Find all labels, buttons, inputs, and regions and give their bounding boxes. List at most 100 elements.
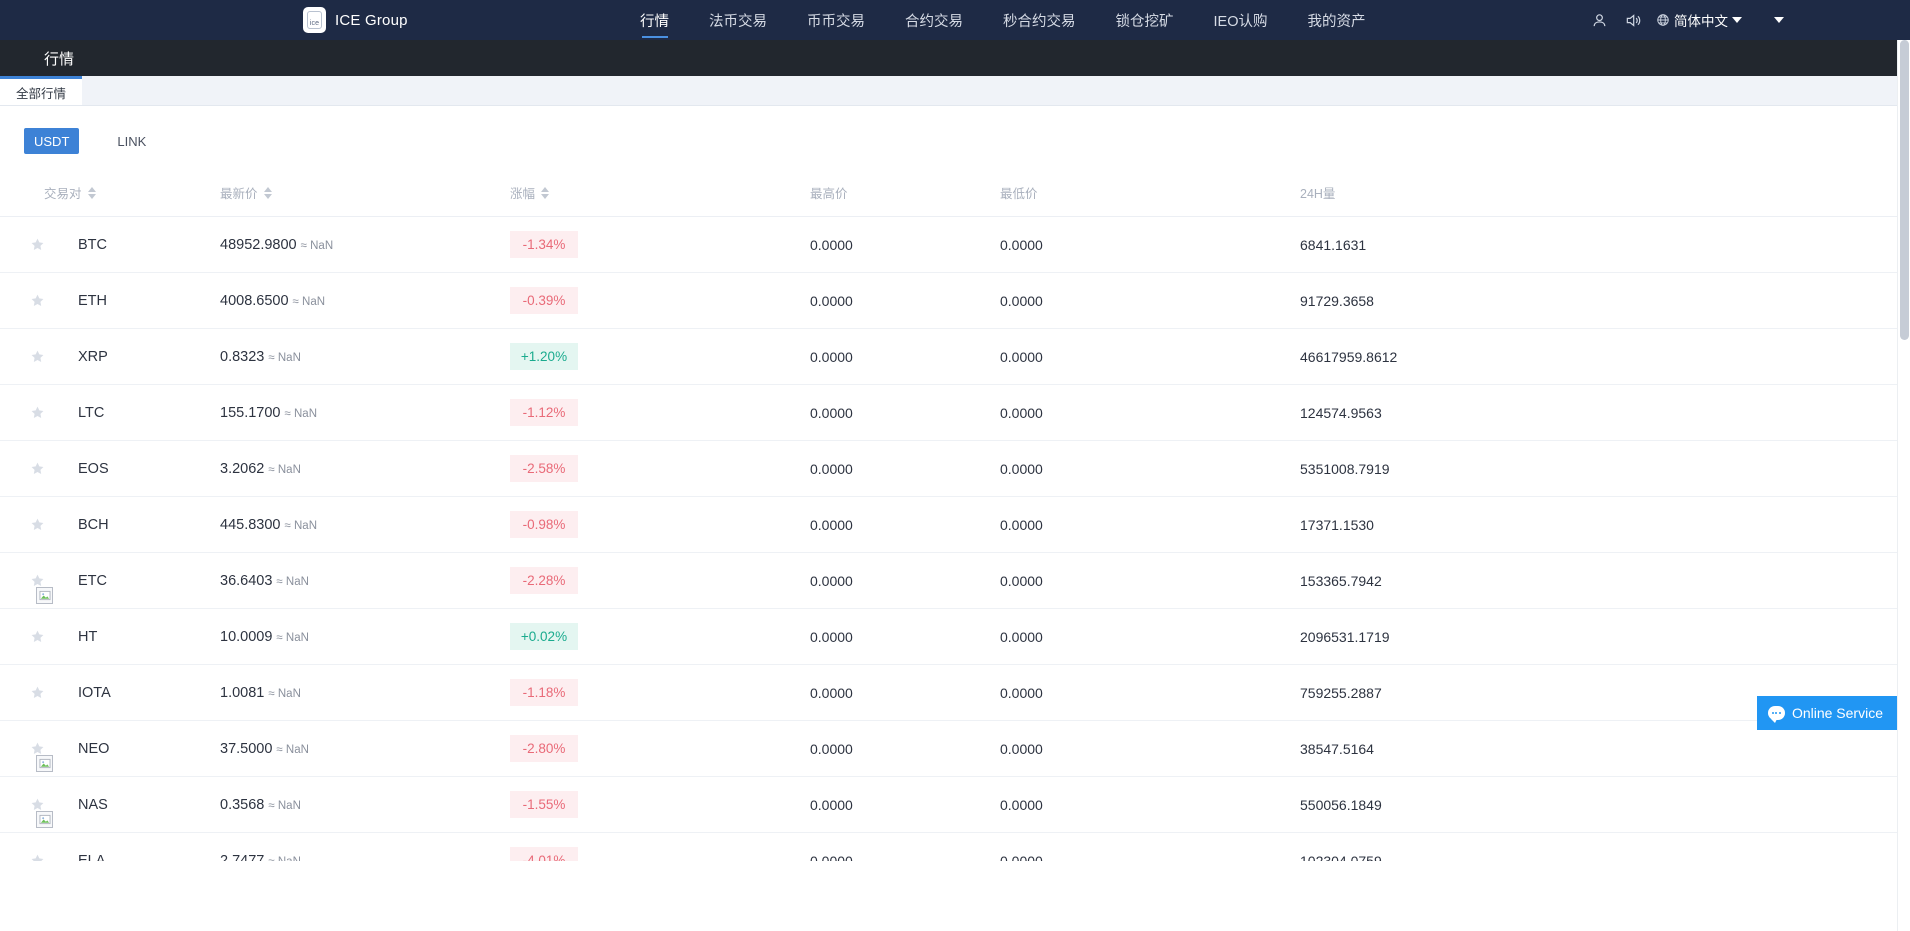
table-row[interactable]: ETC36.6403≈ NaN-2.28%0.00000.0000153365.… <box>0 553 1910 609</box>
favorite-star-icon[interactable] <box>22 573 52 588</box>
table-row[interactable]: XRP0.8323≈ NaN+1.20%0.00000.000046617959… <box>0 329 1910 385</box>
nav-item-coin-trade[interactable]: 币币交易 <box>787 0 885 40</box>
price-approx: ≈ NaN <box>268 688 301 700</box>
cell-low: 0.0000 <box>1000 609 1300 665</box>
high-value: 0.0000 <box>810 741 853 757</box>
column-header-change[interactable]: 涨幅 <box>510 173 810 217</box>
favorite-star-icon[interactable] <box>22 349 52 364</box>
favorite-star-icon[interactable] <box>22 517 52 532</box>
price-approx: ≈ NaN <box>276 632 309 644</box>
main-nav: 行情 法币交易 币币交易 合约交易 秒合约交易 锁仓挖矿 IEO认购 我的资产 <box>620 0 1385 40</box>
online-service-label: Online Service <box>1792 705 1883 721</box>
extra-chevron-down-icon[interactable] <box>1774 17 1784 23</box>
price-approx: ≈ NaN <box>293 296 326 308</box>
favorite-star-icon[interactable] <box>22 405 52 420</box>
high-value: 0.0000 <box>810 629 853 645</box>
favorite-star-icon[interactable] <box>22 629 52 644</box>
brand-logo-group[interactable]: ice ICE Group <box>303 0 408 40</box>
table-row[interactable]: EOS3.2062≈ NaN-2.58%0.00000.00005351008.… <box>0 441 1910 497</box>
sort-arrows-pair[interactable] <box>88 187 96 199</box>
cell-change: -2.28% <box>510 553 810 609</box>
column-label-volume: 24H量 <box>1300 183 1335 202</box>
high-value: 0.0000 <box>810 517 853 533</box>
table-row[interactable]: LTC155.1700≈ NaN-1.12%0.00000.0000124574… <box>0 385 1910 441</box>
cell-low: 0.0000 <box>1000 721 1300 777</box>
pair-symbol: XRP <box>78 349 108 365</box>
favorite-star-icon[interactable] <box>22 293 52 308</box>
cell-change: -2.58% <box>510 441 810 497</box>
favorite-star-icon[interactable] <box>22 685 52 700</box>
change-badge: -4.01% <box>510 847 578 861</box>
low-value: 0.0000 <box>1000 853 1043 862</box>
broken-image-icon <box>36 755 53 772</box>
nav-item-lock-mining[interactable]: 锁仓挖矿 <box>1096 0 1194 40</box>
price-approx: ≈ NaN <box>276 744 309 756</box>
cell-price: 1.0081≈ NaN <box>210 665 510 721</box>
cell-low: 0.0000 <box>1000 273 1300 329</box>
nav-item-market[interactable]: 行情 <box>620 0 689 40</box>
nav-item-ieo[interactable]: IEO认购 <box>1194 0 1288 40</box>
table-row[interactable]: NAS0.3568≈ NaN-1.55%0.00000.0000550056.1… <box>0 777 1910 833</box>
change-badge: +0.02% <box>510 623 578 650</box>
market-table: 交易对 最新价 涨幅 <box>0 173 1910 861</box>
favorite-star-icon[interactable] <box>22 853 52 861</box>
cell-change: -0.98% <box>510 497 810 553</box>
low-value: 0.0000 <box>1000 237 1043 253</box>
cell-high: 0.0000 <box>810 609 1000 665</box>
favorite-star-icon[interactable] <box>22 741 52 756</box>
column-header-pair[interactable]: 交易对 <box>0 173 210 217</box>
favorite-star-icon[interactable] <box>22 461 52 476</box>
cell-low: 0.0000 <box>1000 217 1300 273</box>
volume-value: 102304.0759 <box>1300 853 1382 862</box>
nav-item-my-assets[interactable]: 我的资产 <box>1287 0 1385 40</box>
language-selector[interactable]: 简体中文 <box>1650 10 1748 30</box>
change-badge: -1.34% <box>510 231 578 258</box>
cell-price: 36.6403≈ NaN <box>210 553 510 609</box>
page-scrollbar[interactable] <box>1897 40 1910 931</box>
nav-item-contract-trade[interactable]: 合约交易 <box>885 0 983 40</box>
column-header-low: 最低价 <box>1000 173 1300 217</box>
table-row[interactable]: BTC48952.9800≈ NaN-1.34%0.00000.00006841… <box>0 217 1910 273</box>
table-row[interactable]: ETH4008.6500≈ NaN-0.39%0.00000.000091729… <box>0 273 1910 329</box>
cell-pair: NEO <box>0 721 210 777</box>
column-header-high: 最高价 <box>810 173 1000 217</box>
table-row[interactable]: HT10.0009≈ NaN+0.02%0.00000.00002096531.… <box>0 609 1910 665</box>
favorite-star-icon[interactable] <box>22 237 52 252</box>
cell-high: 0.0000 <box>810 721 1000 777</box>
online-service-button[interactable]: Online Service <box>1757 696 1897 730</box>
cell-change: +0.02% <box>510 609 810 665</box>
sound-icon[interactable] <box>1616 0 1650 40</box>
change-badge: -2.58% <box>510 455 578 482</box>
cell-volume: 17371.1530 <box>1300 497 1910 553</box>
page-scrollbar-thumb[interactable] <box>1900 40 1909 340</box>
cell-price: 4008.6500≈ NaN <box>210 273 510 329</box>
nav-item-second-contract[interactable]: 秒合约交易 <box>983 0 1096 40</box>
favorite-star-icon[interactable] <box>22 797 52 812</box>
nav-item-fiat-trade[interactable]: 法币交易 <box>689 0 787 40</box>
table-row[interactable]: ELA2.7477≈ NaN-4.01%0.00000.0000102304.0… <box>0 833 1910 862</box>
low-value: 0.0000 <box>1000 797 1043 813</box>
sort-arrows-change[interactable] <box>541 187 549 199</box>
low-value: 0.0000 <box>1000 573 1043 589</box>
table-header-row: 交易对 最新价 涨幅 <box>0 173 1910 217</box>
cell-low: 0.0000 <box>1000 329 1300 385</box>
table-row[interactable]: IOTA1.0081≈ NaN-1.18%0.00000.0000759255.… <box>0 665 1910 721</box>
change-badge: -0.98% <box>510 511 578 538</box>
pair-symbol: HT <box>78 629 97 645</box>
sort-arrows-price[interactable] <box>264 187 272 199</box>
tab-all-markets[interactable]: 全部行情 <box>0 76 82 105</box>
user-account-icon[interactable] <box>1582 0 1616 40</box>
high-value: 0.0000 <box>810 237 853 253</box>
market-table-scroll-region[interactable]: 交易对 最新价 涨幅 <box>0 161 1910 861</box>
cell-price: 0.8323≈ NaN <box>210 329 510 385</box>
filter-chip-usdt[interactable]: USDT <box>24 128 79 154</box>
table-row[interactable]: NEO37.5000≈ NaN-2.80%0.00000.000038547.5… <box>0 721 1910 777</box>
filter-chip-link[interactable]: LINK <box>107 128 156 154</box>
table-row[interactable]: BCH445.8300≈ NaN-0.98%0.00000.000017371.… <box>0 497 1910 553</box>
price-value: 0.3568 <box>220 797 264 813</box>
cell-change: -1.12% <box>510 385 810 441</box>
volume-value: 550056.1849 <box>1300 797 1382 813</box>
price-value: 445.8300 <box>220 517 280 533</box>
cell-pair: BCH <box>0 497 210 553</box>
column-header-price[interactable]: 最新价 <box>210 173 510 217</box>
